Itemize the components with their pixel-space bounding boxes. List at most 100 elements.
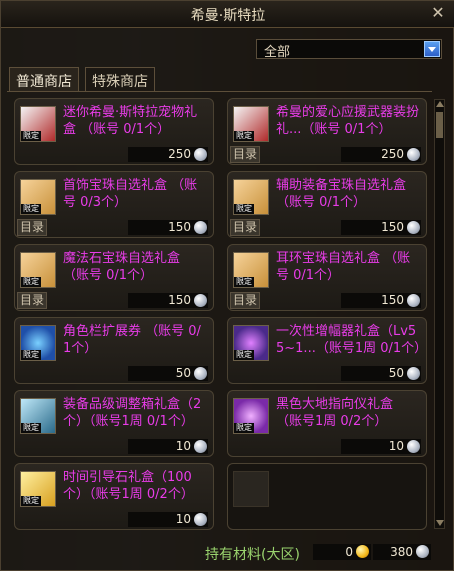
shop-item-card[interactable]: 限定 迷你希曼·斯特拉宠物礼盒 （账号 0/1个） 250 — [14, 98, 214, 165]
catalog-button[interactable]: 目录 — [17, 292, 47, 309]
price-value: 250 — [168, 147, 191, 161]
item-name: 时间引导石礼盒（100个）（账号1周 0/2个） — [63, 470, 194, 502]
gold-balance: 0 — [313, 544, 371, 560]
silver-balance: 380 — [373, 544, 431, 560]
limited-badge: 限定 — [234, 423, 254, 433]
tab-divider — [7, 91, 432, 92]
orb-box-icon: 限定 — [20, 179, 56, 215]
item-name: 首饰宝珠自选礼盒 （账号 0/3个） — [63, 178, 198, 210]
silver-coin-icon — [194, 440, 207, 453]
item-price: 50 — [128, 366, 208, 381]
item-price: 10 — [128, 512, 208, 527]
silver-coin-icon — [407, 294, 420, 307]
item-name: 黑色大地指向仪礼盒 （账号1周 0/2个） — [276, 397, 394, 429]
shop-item-card[interactable]: 限定 黑色大地指向仪礼盒 （账号1周 0/2个） 10 — [227, 390, 427, 457]
silver-coin-icon — [407, 367, 420, 380]
price-value: 10 — [175, 512, 191, 526]
silver-coin-icon — [416, 545, 429, 558]
orb-box-icon: 限定 — [233, 179, 269, 215]
item-price: 150 — [128, 220, 208, 235]
shop-item-card[interactable]: 限定 辅助装备宝珠自选礼盒 （账号 0/1个） 目录 150 — [227, 171, 427, 238]
stone-box-icon: 限定 — [20, 471, 56, 507]
chevron-down-icon[interactable] — [424, 41, 440, 57]
gift-box-icon: 限定 — [20, 106, 56, 142]
limited-badge: 限定 — [234, 350, 254, 360]
silver-coin-icon — [194, 367, 207, 380]
item-list-scrollbar[interactable] — [434, 99, 445, 529]
item-price: 150 — [341, 220, 421, 235]
limited-badge: 限定 — [234, 204, 254, 214]
item-name: 装备品级调整箱礼盒（2个）（账号1周 0/1个） — [63, 397, 202, 429]
shop-item-card[interactable]: 限定 时间引导石礼盒（100个）（账号1周 0/2个） 10 — [14, 463, 214, 530]
silver-coin-icon — [407, 440, 420, 453]
shop-item-card[interactable]: 限定 魔法石宝珠自选礼盒 （账号 0/1个） 目录 150 — [14, 244, 214, 311]
item-name: 一次性增幅器礼盒（Lv55~1...（账号1周 0/1个） — [276, 324, 428, 356]
catalog-button[interactable]: 目录 — [17, 219, 47, 236]
owned-materials-label: 持有材料(大区) — [205, 547, 300, 563]
item-price: 250 — [341, 147, 421, 162]
gold-coin-icon — [356, 545, 369, 558]
scroll-up-icon[interactable] — [436, 101, 444, 107]
shop-window: 希曼·斯特拉 ✕ 全部 普通商店 特殊商店 限定 迷你希曼·斯特拉宠物礼盒 （账… — [0, 0, 454, 571]
character-slot-icon: 限定 — [20, 325, 56, 361]
item-price: 50 — [341, 366, 421, 381]
shop-item-card[interactable]: 限定 一次性增幅器礼盒（Lv55~1...（账号1周 0/1个） 50 — [227, 317, 427, 384]
shop-item-card[interactable]: 限定 角色栏扩展券 （账号 0/1个） 50 — [14, 317, 214, 384]
empty-item-slot — [227, 463, 427, 530]
price-value: 150 — [381, 293, 404, 307]
item-price: 150 — [341, 293, 421, 308]
compass-icon: 限定 — [233, 398, 269, 434]
filter-dropdown[interactable]: 全部 — [256, 39, 442, 60]
amplifier-icon: 限定 — [233, 325, 269, 361]
limited-badge: 限定 — [21, 423, 41, 433]
limited-badge: 限定 — [21, 496, 41, 506]
silver-coin-icon — [194, 294, 207, 307]
price-value: 150 — [168, 220, 191, 234]
title-bar[interactable]: 希曼·斯特拉 ✕ — [1, 1, 454, 28]
price-value: 150 — [168, 293, 191, 307]
silver-coin-icon — [407, 221, 420, 234]
tab-special-shop[interactable]: 特殊商店 — [85, 67, 155, 91]
limited-badge: 限定 — [21, 204, 41, 214]
catalog-button[interactable]: 目录 — [230, 146, 260, 163]
shop-item-card[interactable]: 限定 装备品级调整箱礼盒（2个）（账号1周 0/1个） 10 — [14, 390, 214, 457]
orb-box-icon: 限定 — [20, 252, 56, 288]
close-icon[interactable]: ✕ — [429, 4, 447, 22]
silver-coin-icon — [194, 148, 207, 161]
limited-badge: 限定 — [234, 277, 254, 287]
scroll-thumb[interactable] — [436, 112, 443, 138]
window-title: 希曼·斯特拉 — [190, 8, 266, 24]
price-value: 10 — [175, 439, 191, 453]
item-price: 10 — [128, 439, 208, 454]
orb-box-icon: 限定 — [233, 252, 269, 288]
item-price: 150 — [128, 293, 208, 308]
shop-item-card[interactable]: 限定 耳环宝珠自选礼盒 （账号 0/1个） 目录 150 — [227, 244, 427, 311]
empty-slot-icon — [233, 471, 269, 507]
silver-coin-icon — [194, 221, 207, 234]
catalog-button[interactable]: 目录 — [230, 219, 260, 236]
price-value: 150 — [381, 220, 404, 234]
shop-item-card[interactable]: 限定 首饰宝珠自选礼盒 （账号 0/3个） 目录 150 — [14, 171, 214, 238]
silver-balance-value: 380 — [390, 545, 413, 559]
item-name: 迷你希曼·斯特拉宠物礼盒 （账号 0/1个） — [63, 105, 198, 137]
item-name: 辅助装备宝珠自选礼盒 （账号 0/1个） — [276, 178, 407, 210]
silver-coin-icon — [194, 513, 207, 526]
limited-badge: 限定 — [21, 350, 41, 360]
item-name: 希曼的爱心应援武器装扮礼...（账号 0/1个） — [276, 105, 420, 137]
price-value: 250 — [381, 147, 404, 161]
silver-coin-icon — [407, 148, 420, 161]
limited-badge: 限定 — [21, 277, 41, 287]
catalog-button[interactable]: 目录 — [230, 292, 260, 309]
limited-badge: 限定 — [234, 131, 254, 141]
gift-box-icon: 限定 — [233, 106, 269, 142]
equipment-box-icon: 限定 — [20, 398, 56, 434]
tab-normal-shop[interactable]: 普通商店 — [9, 67, 79, 91]
shop-item-card[interactable]: 限定 希曼的爱心应援武器装扮礼...（账号 0/1个） 目录 250 — [227, 98, 427, 165]
limited-badge: 限定 — [21, 131, 41, 141]
scroll-down-icon[interactable] — [436, 520, 444, 526]
price-value: 50 — [388, 366, 404, 380]
price-value: 50 — [175, 366, 191, 380]
item-name: 耳环宝珠自选礼盒 （账号 0/1个） — [276, 251, 411, 283]
item-name: 魔法石宝珠自选礼盒 （账号 0/1个） — [63, 251, 181, 283]
item-price: 250 — [128, 147, 208, 162]
